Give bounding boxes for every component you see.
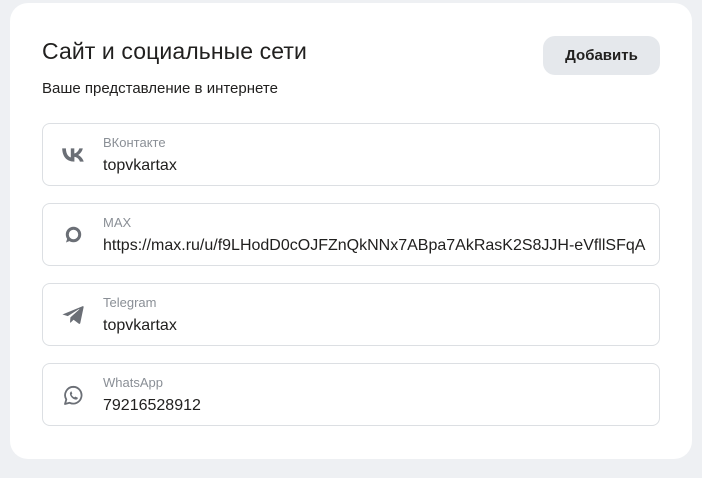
max-label: MAX [103, 215, 132, 230]
max-field[interactable]: MAX https://max.ru/u/f9LHodD0cOJFZnQkNNx… [42, 203, 660, 266]
vk-field[interactable]: ВКонтакте topvkartax [42, 123, 660, 186]
add-button[interactable]: Добавить [543, 36, 660, 75]
vk-icon [62, 144, 84, 166]
whatsapp-field[interactable]: WhatsApp 79216528912 [42, 363, 660, 426]
vk-label: ВКонтакте [103, 135, 166, 150]
telegram-value-input[interactable]: topvkartax [103, 316, 659, 336]
section-subtitle: Ваше представление в интернете [42, 80, 278, 97]
telegram-field[interactable]: Telegram topvkartax [42, 283, 660, 346]
vk-value-input[interactable]: topvkartax [103, 156, 659, 176]
max-value-input[interactable]: https://max.ru/u/f9LHodD0cOJFZnQkNNx7ABp… [103, 236, 659, 256]
max-icon [62, 224, 84, 246]
social-links-card: Сайт и социальные сети Ваше представлени… [10, 3, 692, 459]
whatsapp-value-input[interactable]: 79216528912 [103, 396, 659, 416]
whatsapp-label: WhatsApp [103, 375, 163, 390]
whatsapp-icon [62, 384, 84, 406]
telegram-icon [62, 304, 84, 326]
telegram-label: Telegram [103, 295, 157, 310]
section-title: Сайт и социальные сети [42, 38, 307, 64]
